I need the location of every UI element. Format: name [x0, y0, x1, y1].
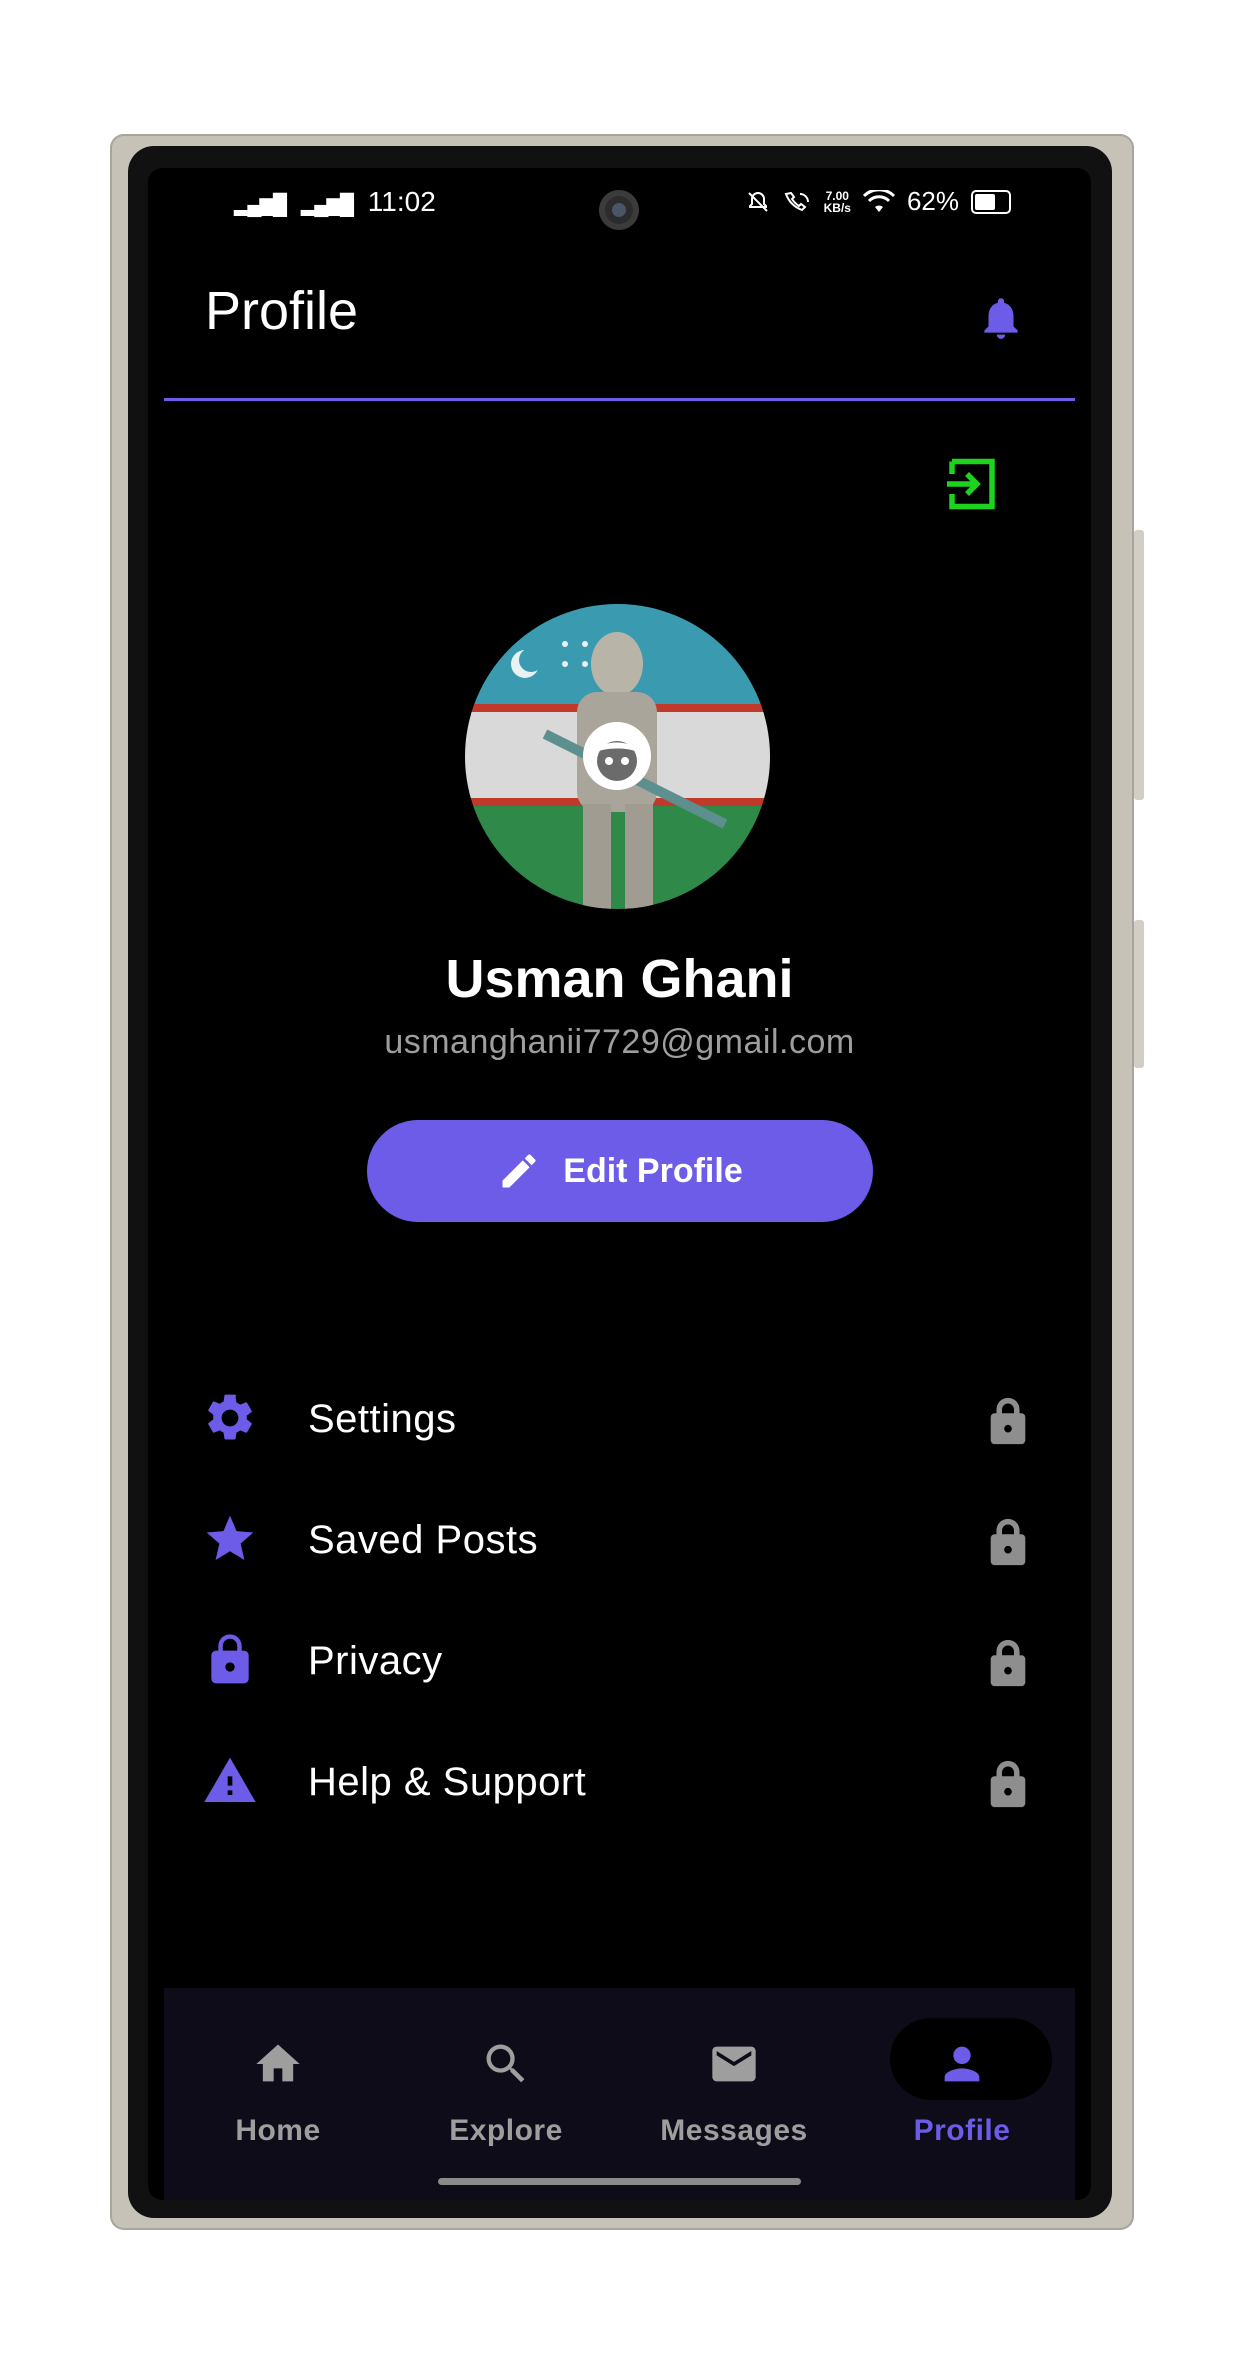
menu-label-settings: Settings	[308, 1397, 457, 1441]
wifi-icon	[862, 189, 895, 212]
menu-label-saved-posts: Saved Posts	[308, 1518, 539, 1562]
power-button	[1134, 920, 1144, 1068]
menu-item-saved-posts[interactable]: Saved Posts	[148, 1484, 1091, 1594]
menu-label-privacy: Privacy	[308, 1639, 443, 1683]
status-time: 11:02	[367, 186, 436, 217]
volume-button	[1134, 530, 1144, 800]
mute-icon	[747, 191, 768, 212]
nav-label-explore: Explore	[449, 2114, 563, 2147]
star-icon	[206, 1515, 254, 1560]
screen: ▂▄▆█ ▂▄▆█ 11:02 7.00 KB/s 62% Profile Us…	[148, 168, 1091, 2200]
edit-profile-button[interactable]: Edit Profile	[367, 1120, 873, 1222]
search-icon	[486, 2044, 525, 2083]
wifi-call-icon	[784, 191, 809, 211]
network-speed-value: 7.00	[825, 188, 849, 203]
nav-item-explore[interactable]: Explore	[392, 1988, 620, 2200]
bottom-nav: Home Explore Messages Profile	[164, 1988, 1075, 2200]
pencil-icon	[502, 1154, 536, 1188]
person-icon	[944, 2046, 980, 2082]
network-speed-unit: KB/s	[823, 200, 851, 215]
bell-icon[interactable]	[976, 290, 1026, 346]
menu-label-help-support: Help & Support	[308, 1760, 587, 1804]
avatar-overlay-icon	[583, 722, 651, 790]
avatar[interactable]	[465, 604, 770, 909]
home-indicator[interactable]	[438, 2178, 801, 2185]
profile-name: Usman Ghani	[445, 949, 794, 1009]
lock-icon	[990, 1760, 1026, 1808]
warning-icon	[204, 1757, 256, 1802]
lock-icon	[990, 1397, 1026, 1445]
status-bar-right: 7.00 KB/s 62%	[746, 186, 1011, 217]
page-title: Profile	[205, 281, 359, 341]
lock-icon	[211, 1634, 249, 1684]
network-speed: 7.00 KB/s	[824, 190, 851, 214]
mail-icon	[712, 2046, 756, 2082]
nav-item-messages[interactable]: Messages	[620, 1988, 848, 2200]
battery-fill	[975, 193, 995, 210]
edit-profile-label: Edit Profile	[563, 1151, 743, 1190]
nav-item-home[interactable]: Home	[164, 1988, 392, 2200]
battery-percent: 62%	[906, 186, 959, 216]
gear-icon	[208, 1394, 252, 1440]
signal-icon: ▂▄▆█	[234, 194, 287, 216]
lock-icon	[990, 1518, 1026, 1566]
front-camera	[599, 190, 639, 230]
nav-label-messages: Messages	[660, 2114, 808, 2147]
menu-item-help-support[interactable]: Help & Support	[148, 1726, 1091, 1836]
header-divider	[164, 398, 1075, 401]
logout-icon[interactable]	[942, 454, 1002, 514]
home-icon	[256, 2044, 300, 2082]
lock-icon	[990, 1639, 1026, 1687]
nav-label-home: Home	[235, 2114, 321, 2147]
battery-icon	[971, 189, 1011, 214]
signal-icon-2: ▂▄▆█	[300, 194, 354, 216]
menu-item-privacy[interactable]: Privacy	[148, 1605, 1091, 1715]
nav-label-profile: Profile	[913, 2114, 1011, 2147]
profile-email: usmanghanii7729@gmail.com	[384, 1023, 855, 1061]
menu-item-settings[interactable]: Settings	[148, 1363, 1091, 1473]
status-bar-left: ▂▄▆█ ▂▄▆█ 11:02	[234, 186, 436, 218]
nav-item-profile[interactable]: Profile	[848, 1988, 1076, 2200]
